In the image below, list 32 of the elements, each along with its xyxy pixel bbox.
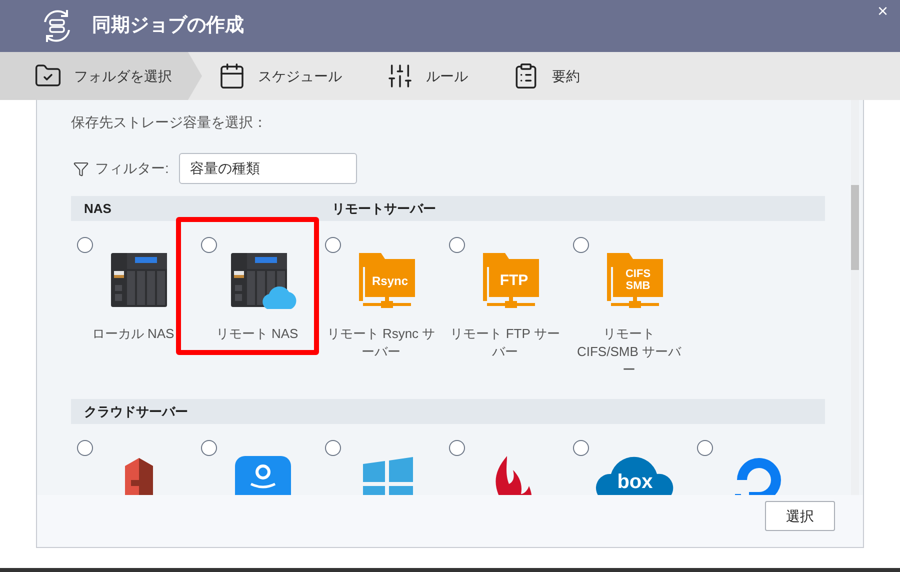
window-title: 同期ジョブの作成 <box>92 14 244 38</box>
sliders-icon <box>386 62 414 90</box>
radio-button[interactable] <box>449 440 465 456</box>
wizard-step-tab[interactable]: 要約 <box>496 52 608 100</box>
radio-button[interactable] <box>325 237 341 253</box>
close-button[interactable]: × <box>877 2 888 20</box>
option-label: リモート NAS <box>214 325 300 343</box>
radio-button[interactable] <box>77 237 93 253</box>
wizard-step-tab[interactable]: スケジュール <box>202 52 370 100</box>
prompt-text: 保存先ストレージ容量を選択： <box>71 113 268 132</box>
wizard-step-tab[interactable]: フォルダを選択 <box>0 52 202 100</box>
scrollbar-thumb[interactable] <box>851 185 859 270</box>
select-button[interactable]: 選択 <box>765 501 835 531</box>
radio-button[interactable] <box>201 440 217 456</box>
option-label: リモート Rsync サーバー <box>326 325 436 361</box>
radio-button[interactable] <box>573 440 589 456</box>
option-label: リモート CIFS/SMB サーバー <box>576 325 682 379</box>
option-label: ローカル NAS <box>90 325 176 343</box>
section-header: NAS リモートサーバー <box>71 196 825 221</box>
radio-button[interactable] <box>697 440 713 456</box>
section-header: クラウドサーバー <box>71 399 825 424</box>
radio-button[interactable] <box>77 440 93 456</box>
filter-icon <box>73 160 89 176</box>
calendar-icon <box>218 62 246 90</box>
radio-button[interactable] <box>449 237 465 253</box>
radio-button[interactable] <box>201 237 217 253</box>
radio-button[interactable] <box>573 237 589 253</box>
wizard-step-tab[interactable]: ルール <box>370 52 496 100</box>
radio-button[interactable] <box>325 440 341 456</box>
option-label: リモート FTP サーバー <box>449 325 561 361</box>
filter-input-field[interactable]: 容量の種類 <box>178 153 357 184</box>
filter-label: フィルター: <box>95 159 169 178</box>
